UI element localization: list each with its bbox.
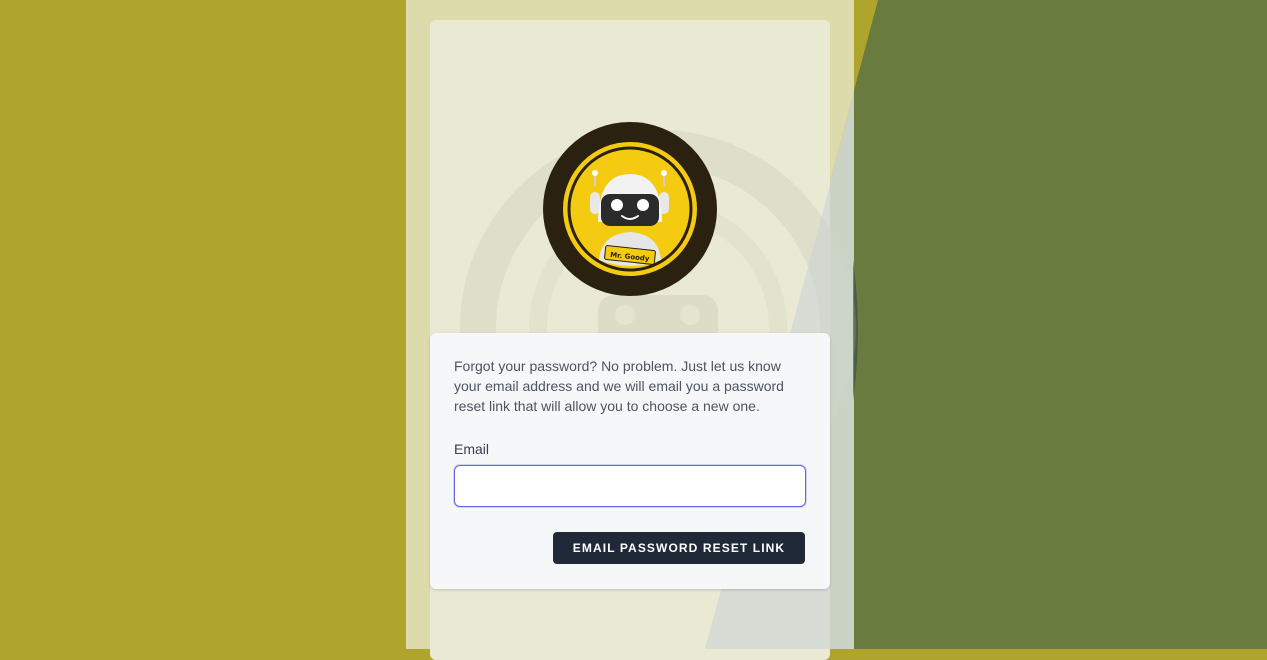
email-password-reset-link-button[interactable]: EMAIL PASSWORD RESET LINK [553,532,805,564]
forgot-password-card: Forgot your password? No problem. Just l… [430,333,830,589]
email-label: Email [454,441,490,457]
intro-text: Forgot your password? No problem. Just l… [454,358,784,414]
email-input[interactable] [454,465,806,507]
robot-mascot-icon: Mr. Goody [543,122,717,296]
